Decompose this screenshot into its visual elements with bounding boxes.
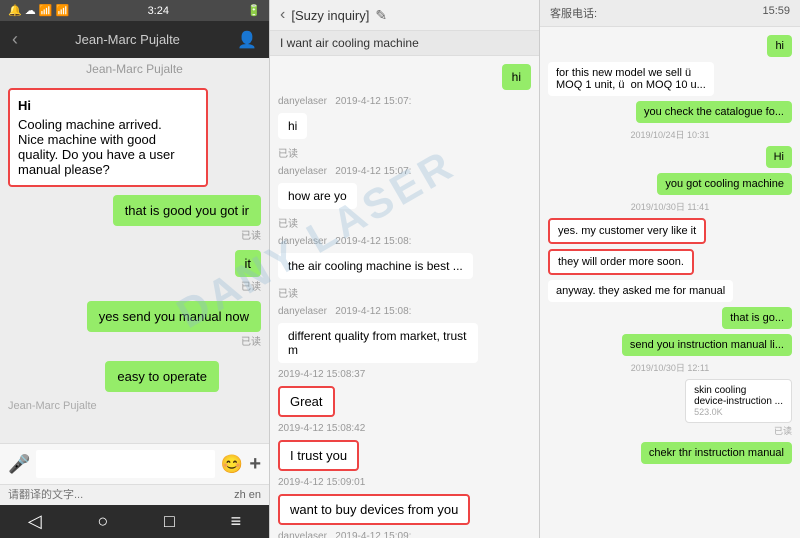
mic-icon[interactable]: 🎤	[8, 454, 30, 475]
recent-nav-icon[interactable]: □	[164, 511, 175, 532]
mid-timestamp-6: 2019-4-12 15:08:42	[278, 423, 531, 434]
message-input[interactable]	[36, 450, 214, 478]
back-nav-icon[interactable]: ◁	[28, 511, 42, 532]
cooling-machine-msg: Cooling machine arrived.Nice machine wit…	[18, 117, 198, 177]
mid-msg-great: Great	[278, 386, 335, 417]
mid-timestamp-8: danyelaser 2019-4-12 15:09:	[278, 531, 531, 538]
middle-chat-panel: ‹ [Suzy inquiry] ✎ I want air cooling ma…	[270, 0, 540, 538]
mid-timestamp-5: 2019-4-12 15:08:37	[278, 369, 531, 380]
msg-easy-operate: easy to operate	[105, 361, 219, 392]
right-msg-check-instruction: chekr thr instruction manual	[641, 442, 792, 464]
mid-timestamp-3: danyelaser 2019-4-12 15:08:	[278, 236, 531, 247]
emoji-icon[interactable]: 😊	[221, 454, 243, 475]
mid-timestamp-1: danyelaser 2019-4-12 15:07:	[278, 96, 531, 107]
msg-good-you-got: that is good you got ir	[113, 195, 261, 226]
mid-read-3: 已读	[278, 285, 298, 300]
left-header: ‹ Jean-Marc Pujalte 👤	[0, 21, 269, 58]
mid-msg-hi-recv: hi	[278, 113, 307, 139]
middle-back-icon[interactable]: ‹	[280, 6, 285, 24]
file-attachment: skin coolingdevice-instruction ... 523.0…	[685, 379, 792, 423]
translate-bar: zh en	[0, 484, 269, 505]
right-chat-area: hi for this new model we sell üMOQ 1 uni…	[540, 27, 800, 538]
right-msg-that-is-go: that is go...	[722, 307, 792, 329]
middle-header-title: [Suzy inquiry]	[291, 8, 369, 23]
file-size: 523.0K	[694, 407, 783, 417]
read-label-1: 已读	[241, 227, 261, 242]
middle-header: ‹ [Suzy inquiry] ✎	[270, 0, 539, 31]
right-read-label: 已读	[774, 424, 792, 437]
right-msg-hi2: Hi	[766, 146, 792, 168]
pinned-message: I want air cooling machine	[270, 31, 539, 56]
greeting-text: Hi	[18, 98, 198, 113]
translate-input[interactable]	[8, 489, 234, 501]
mid-timestamp-7: 2019-4-12 15:09:01	[278, 477, 531, 488]
back-icon[interactable]: ‹	[12, 29, 18, 50]
avatar	[225, 356, 261, 392]
mid-msg-hi-sent: hi	[502, 64, 531, 90]
add-icon[interactable]: +	[249, 453, 261, 476]
mid-read-1: 已读	[278, 145, 298, 160]
file-name: skin coolingdevice-instruction ...	[694, 385, 783, 407]
right-msg-catalogue: you check the catalogue fo...	[636, 101, 792, 123]
right-msg-send-instruction: send you instruction manual li...	[622, 334, 792, 356]
right-timestamp-1: 2019/10/24日 10:31	[630, 128, 709, 141]
left-input-area: 🎤 😊 +	[0, 443, 269, 484]
status-icons: 🔔 ☁ 📶 📶	[8, 4, 69, 17]
mid-msg-different: different quality from market, trust m	[278, 323, 478, 363]
mid-msg-buy: want to buy devices from you	[278, 494, 470, 525]
contact-label-bottom: Jean-Marc Pujalte	[8, 400, 261, 412]
home-nav-icon[interactable]: ○	[97, 511, 108, 532]
right-msg-moq: for this new model we sell üMOQ 1 unit, …	[548, 62, 714, 96]
read-label-2: 已读	[241, 278, 261, 293]
left-chat-panel: 🔔 ☁ 📶 📶 3:24 🔋 ‹ Jean-Marc Pujalte 👤 Jea…	[0, 0, 270, 538]
msg-send-manual: yes send you manual now	[87, 301, 261, 332]
mid-timestamp-4: danyelaser 2019-4-12 15:08:	[278, 306, 531, 317]
status-bar: 🔔 ☁ 📶 📶 3:24 🔋	[0, 0, 269, 21]
right-timestamp-3: 2019/10/30日 12:11	[631, 361, 709, 374]
battery-icon: 🔋	[247, 4, 261, 17]
read-label-3: 已读	[241, 333, 261, 348]
mid-read-2: 已读	[278, 215, 298, 230]
right-timestamp-2: 2019/10/30日 11:41	[631, 200, 709, 213]
right-msg-customer-like: yes. my customer very like it	[548, 218, 706, 244]
edit-icon[interactable]: ✎	[375, 7, 387, 24]
mid-timestamp-2: danyelaser 2019-4-12 15:07:	[278, 166, 531, 177]
contact-name: Jean-Marc Pujalte	[0, 58, 269, 80]
right-service-label: 客服电话:	[550, 5, 597, 21]
right-msg-manual: anyway. they asked me for manual	[548, 280, 733, 302]
right-header: 客服电话: 15:59	[540, 0, 800, 27]
time: 3:24	[148, 5, 169, 17]
msg-it: it	[235, 250, 262, 277]
person-icon[interactable]: 👤	[237, 30, 257, 50]
right-time: 15:59	[762, 5, 790, 21]
left-header-title: Jean-Marc Pujalte	[75, 32, 180, 47]
mid-msg-air-cooling: the air cooling machine is best ...	[278, 253, 473, 279]
right-chat-panel: 客服电话: 15:59 hi for this new model we sel…	[540, 0, 800, 538]
menu-nav-icon[interactable]: ≡	[231, 511, 242, 532]
right-msg-got-cooling: you got cooling machine	[657, 173, 792, 195]
middle-chat-area: hi danyelaser 2019-4-12 15:07: hi 已读 dan…	[270, 56, 539, 538]
left-chat-area: Hi Cooling machine arrived.Nice machine …	[0, 80, 269, 443]
translate-lang: zh en	[234, 489, 261, 501]
nav-bar: ◁ ○ □ ≡	[0, 505, 269, 538]
mid-msg-trust: I trust you	[278, 440, 359, 471]
message-received-boxed: Hi Cooling machine arrived.Nice machine …	[8, 88, 208, 187]
right-msg-hi: hi	[767, 35, 792, 57]
right-msg-order-more: they will order more soon.	[548, 249, 694, 275]
mid-msg-how-recv: how are yo	[278, 183, 357, 209]
